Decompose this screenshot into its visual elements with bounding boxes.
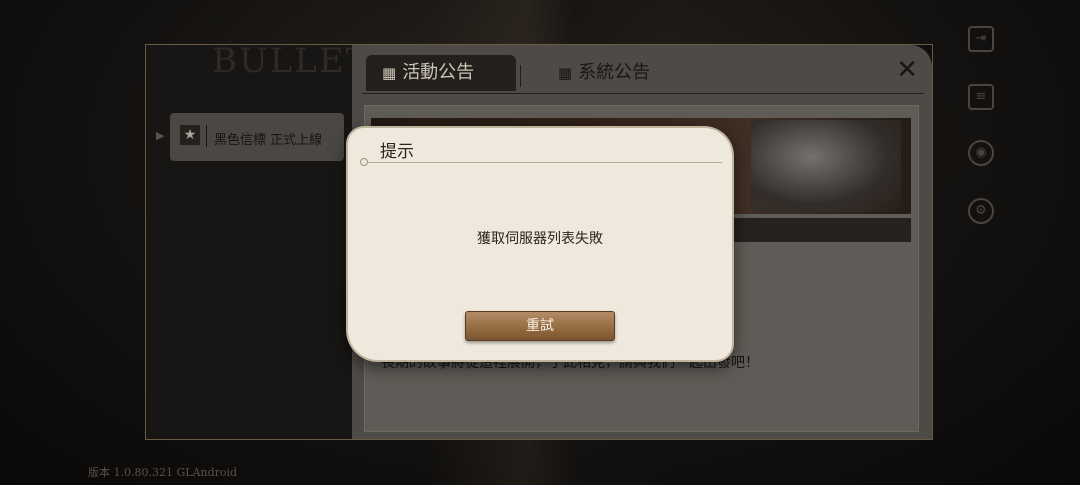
settings-icon[interactable]: ⚙	[968, 198, 994, 224]
divider-ornament	[360, 158, 368, 166]
version-label: 版本 1.0.80.321 GLAndroid	[88, 466, 238, 479]
retry-button[interactable]: 重試	[465, 311, 615, 341]
exit-icon[interactable]: ⇥	[968, 26, 994, 52]
notice-icon[interactable]: ≡	[968, 84, 994, 110]
dialog-title: 提示	[380, 142, 414, 162]
alert-dialog: 提示 獲取伺服器列表失敗 重試	[348, 128, 732, 360]
title-divider	[362, 162, 722, 163]
dialog-message: 獲取伺服器列表失敗	[477, 231, 603, 247]
camera-icon[interactable]: ◉	[968, 140, 994, 166]
